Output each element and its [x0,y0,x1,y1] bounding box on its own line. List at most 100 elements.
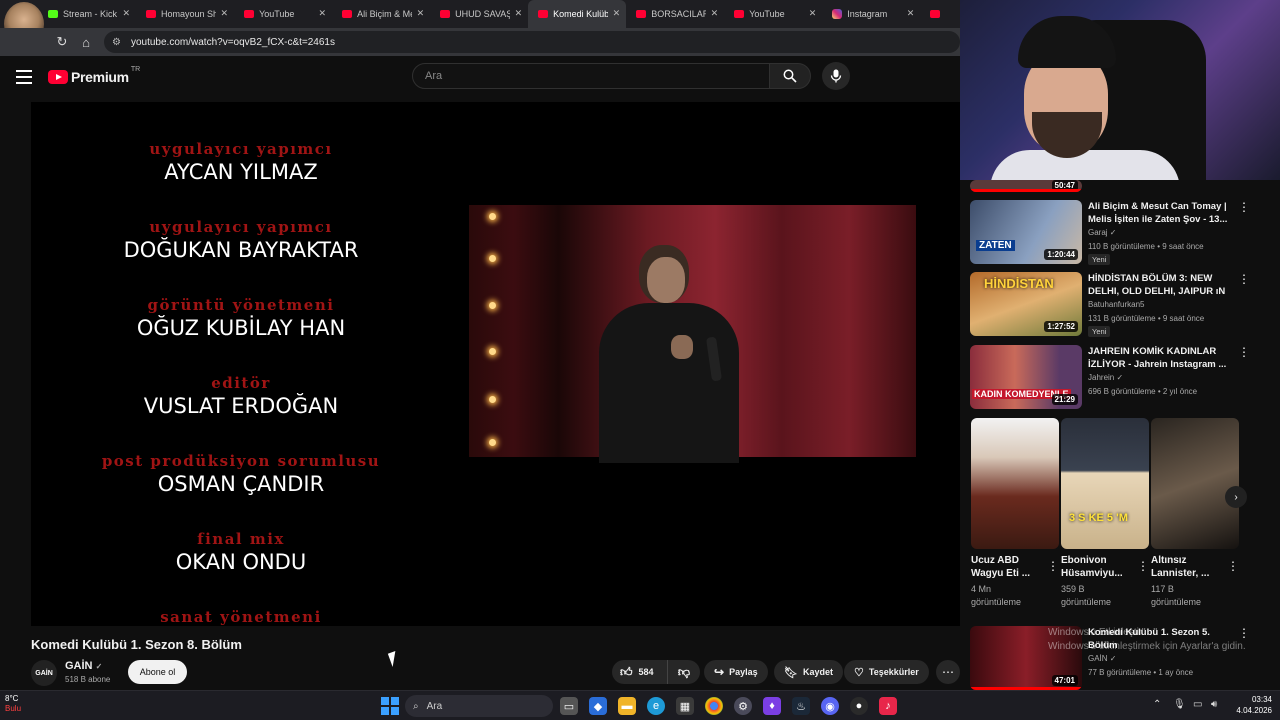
more-vertical-icon[interactable]: ⋮ [1238,272,1250,286]
thanks-button[interactable]: ♡ Teşekkürler [844,660,929,684]
share-button[interactable]: ↪ Paylaş [704,660,768,684]
youtube-favicon-icon [342,10,353,18]
taskbar-search[interactable]: ⌕ Ara [405,695,553,717]
browser-tab[interactable]: Homayoun Sh ✕ [136,0,234,28]
browser-tab-active[interactable]: Komedi Kulübü ✕ [528,0,627,28]
youtube-favicon-icon [734,10,745,18]
more-vertical-icon[interactable]: ⋮ [1238,345,1250,359]
close-icon[interactable]: ✕ [221,8,229,19]
verified-icon: ✓ [1109,654,1117,663]
file-explorer-icon[interactable]: ▬ [618,697,636,715]
credit-name: AYCAN YILMAZ [164,160,318,184]
volume-icon[interactable]: 🔊︎ [1211,699,1217,710]
tab-label: UHUD SAVAŞI [455,9,511,19]
close-icon[interactable]: ✕ [515,8,523,19]
browser-tab[interactable]: BORSACILARI ✕ [626,0,724,28]
close-icon[interactable]: ✕ [417,8,425,19]
more-vertical-icon[interactable]: ⋮ [1238,200,1250,214]
voice-search-button[interactable] [822,62,850,90]
site-info-icon[interactable]: ⚙ [112,37,121,48]
credit-name: OKAN ONDU [175,550,307,574]
short-item[interactable]: Altınsız Lannister, ... 117 B görüntüleme… [1151,418,1239,609]
like-button[interactable]: 👍︎ 584 [612,660,668,684]
recommendation-title: JAHREIN KOMİK KADINLAR İZLİYOR - Jahrein… [1088,346,1227,370]
close-icon[interactable]: ✕ [613,8,621,19]
browser-tab[interactable]: UHUD SAVAŞI ✕ [430,0,528,28]
recommendation-title: HİNDİSTAN BÖLÜM 3: NEW DELHI, OLD DELHI,… [1088,273,1226,297]
search-icon [783,69,797,83]
microphone-tray-icon[interactable]: 🎙︎ [1173,699,1186,710]
steam-icon[interactable]: ♨ [792,697,810,715]
browser-tab[interactable]: YouTube ✕ [234,0,332,28]
short-item[interactable]: Ucuz ABD Wagyu Eti ... 4 Mn görüntüleme ⋮ [971,418,1059,609]
close-icon[interactable]: ✕ [122,8,130,19]
new-badge: Yeni [1088,326,1111,337]
subscribe-button[interactable]: Abone ol [128,660,187,684]
stage-light [489,302,496,309]
settings-app-icon[interactable]: ⚙ [734,697,752,715]
more-actions-button[interactable]: ⋯ [936,660,960,684]
shorts-next-button[interactable]: › [1225,486,1247,508]
browser-tab[interactable]: Ali Biçim & Me ✕ [332,0,430,28]
hamburger-menu-icon[interactable] [16,70,32,84]
comedian-face [647,257,685,303]
tab-label: YouTube [749,9,785,19]
channel-avatar[interactable]: GAİN [31,660,57,686]
save-button[interactable]: 🔖︎ Kaydet [774,660,843,684]
obs-icon[interactable]: ● [850,697,868,715]
youtube-premium-logo[interactable]: Premium TR [48,66,140,85]
verified-icon: ✓ [1116,373,1124,382]
verified-icon: ✓ [1109,228,1117,237]
video-player[interactable]: uygulayıcı yapımcı AYCAN YILMAZ uygulayıc… [31,102,960,626]
channel-name[interactable]: GAİN ✓ [65,660,102,672]
reload-icon[interactable]: ↻ [50,30,74,54]
task-view-icon[interactable]: ▭ [560,697,578,715]
video-thumbnail: KADIN KOMEDYENLE 21:29 [970,345,1082,409]
close-icon[interactable]: ✕ [809,8,817,19]
browser-tab[interactable]: Yo [920,0,960,28]
more-vertical-icon[interactable]: ⋮ [1227,559,1239,573]
recommendation-item[interactable]: ZATEN 1:20:44 Ali Biçim & Mesut Can Toma… [970,200,1262,266]
taskbar-search-placeholder: Ara [426,700,443,712]
chrome-icon[interactable] [705,697,723,715]
search-input[interactable]: Ara [412,63,770,89]
credit-block: editör VUSLAT ERDOĞAN [31,374,451,418]
tab-label: Instagram [847,9,888,19]
recommendation-item[interactable]: 50:47 [970,180,1262,192]
more-vertical-icon[interactable]: ⋮ [1047,559,1059,573]
weather-widget[interactable]: 8°C Bulu [5,694,21,714]
recommendation-item[interactable]: KADIN KOMEDYENLE 21:29 JAHREIN KOMİK KAD… [970,345,1262,411]
short-item[interactable]: 3 S KE 5 'M Ebonivon Hüsamviyu... 359 B g… [1061,418,1149,609]
thumbnail-text: HİNDİSTAN [984,276,1054,291]
browser-tab[interactable]: Instagram ✕ [822,0,920,28]
tiktok-icon[interactable]: ♪ [879,697,897,715]
store-icon[interactable]: ▦ [676,697,694,715]
display-icon[interactable]: ▭ [1193,699,1202,710]
edge-browser-icon[interactable]: e [647,697,665,715]
taskbar-clock[interactable]: 03:34 4.04.2026 [1228,694,1272,716]
search-button[interactable] [769,63,811,89]
recommendation-channel: GAİN ✓ [1088,654,1117,663]
microphone-icon [830,69,842,83]
browser-tab[interactable]: Stream - Kick ✕ [38,0,136,28]
url-field[interactable]: ⚙ youtube.com/watch?v=oqvB2_fCX-c&t=2461… [104,31,960,53]
home-icon[interactable]: ⌂ [74,30,98,54]
start-menu-icon[interactable] [381,697,399,715]
dislike-button[interactable]: 👎︎ [668,660,700,684]
widgets-icon[interactable]: ◆ [589,697,607,715]
app-icon[interactable]: ♦ [763,697,781,715]
comedian-figure [579,245,749,463]
discord-icon[interactable]: ◉ [821,697,839,715]
close-icon[interactable]: ✕ [711,8,719,19]
recommendation-item[interactable]: HİNDİSTAN 1:27:52 HİNDİSTAN BÖLÜM 3: NEW… [970,272,1262,338]
browser-tab[interactable]: YouTube ✕ [724,0,822,28]
clock-date: 4.04.2026 [1236,706,1272,715]
close-icon[interactable]: ✕ [319,8,327,19]
watermark-line1: Windows'u Etkinleştir [1048,627,1143,638]
more-vertical-icon[interactable]: ⋮ [1137,559,1149,573]
channel-name-text: GAİN [65,660,93,672]
chevron-up-icon[interactable]: ⌃ [1153,699,1161,710]
youtube-favicon-icon [538,10,549,18]
close-icon[interactable]: ✕ [907,8,915,19]
video-title: Komedi Kulübü 1. Sezon 8. Bölüm [31,637,242,652]
